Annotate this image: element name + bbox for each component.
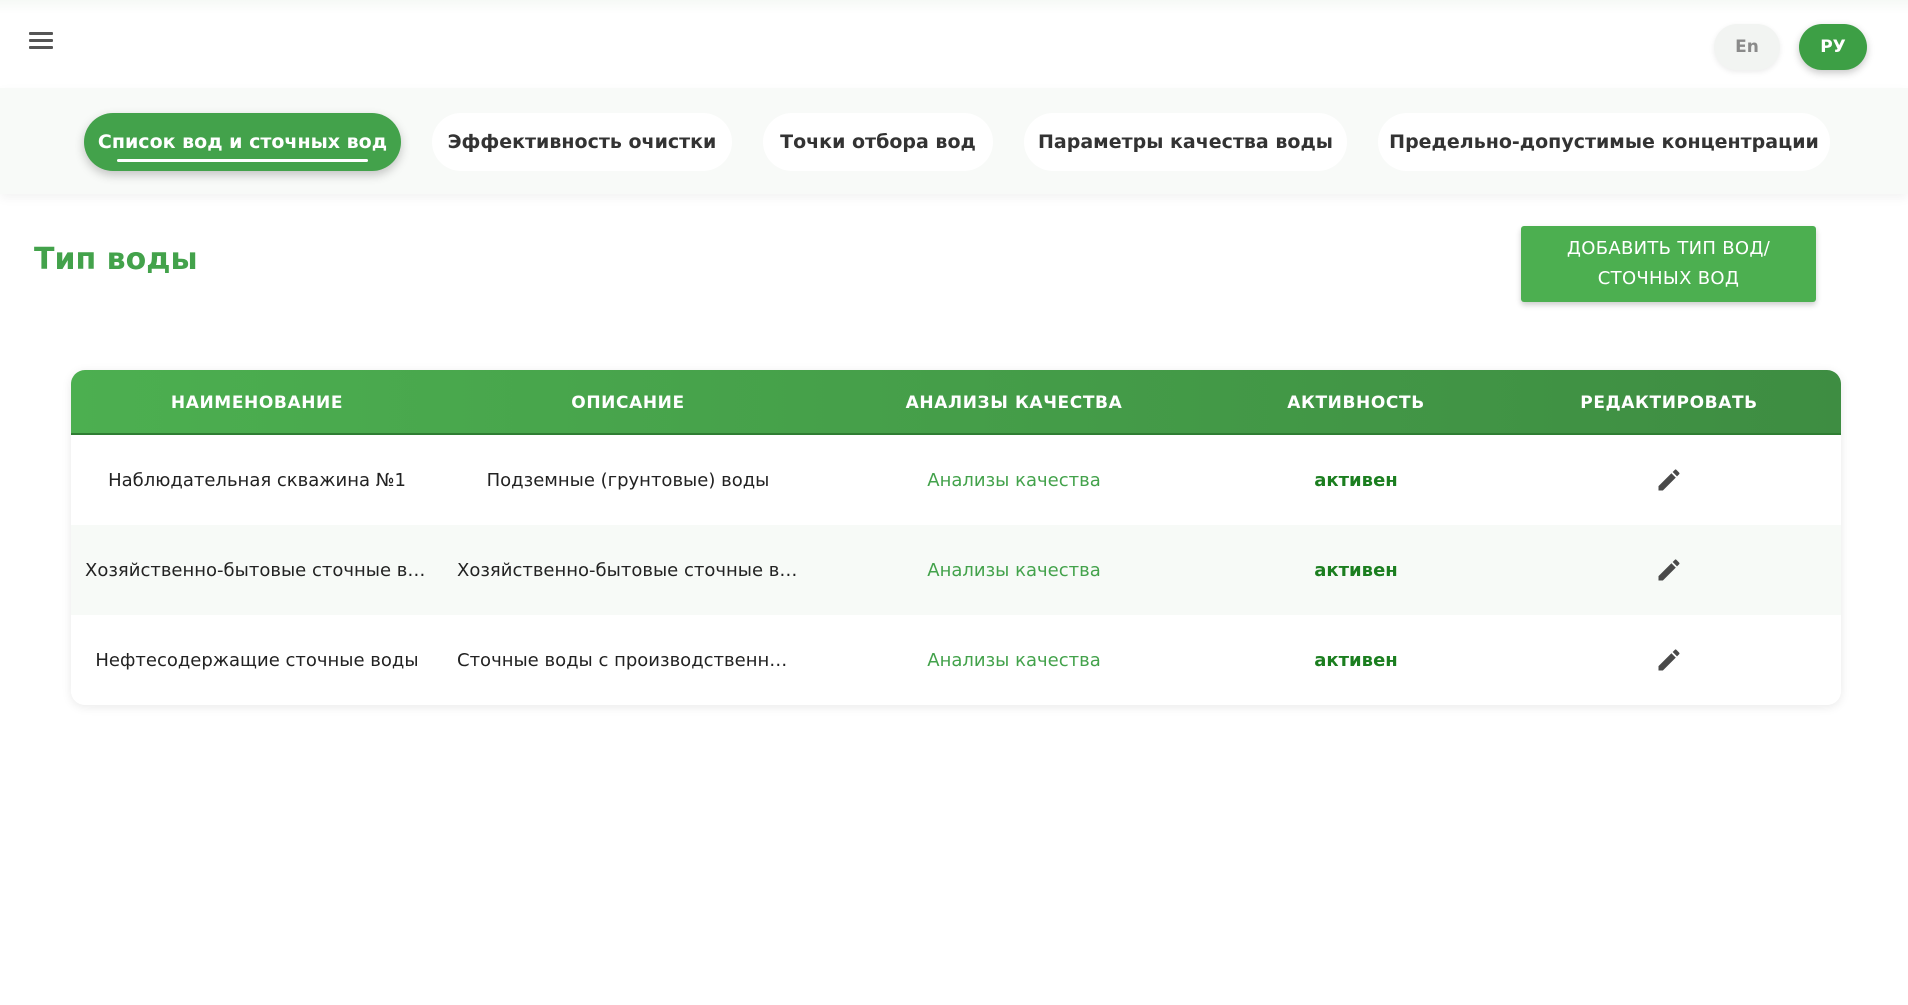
column-header-description: ОПИСАНИЕ xyxy=(571,392,685,413)
tab-treatment-efficiency[interactable]: Эффективность очистки xyxy=(432,113,732,171)
column-header-name: НАИМЕНОВАНИЕ xyxy=(170,392,344,413)
cell-description: Хозяйственно-бытовые сточные во... xyxy=(457,559,799,581)
menu-icon[interactable] xyxy=(26,32,56,56)
cell-name: Нефтесодержащие сточные воды xyxy=(95,649,419,671)
tab-bar: Список вод и сточных вод Эффективность о… xyxy=(0,88,1908,194)
pencil-icon[interactable] xyxy=(1655,556,1683,584)
table-row: Хозяйственно-бытовые сточные во... Хозяй… xyxy=(71,525,1841,615)
tab-water-list[interactable]: Список вод и сточных вод xyxy=(84,113,401,171)
cell-name: Наблюдательная скважина №1 xyxy=(108,469,406,491)
top-bar: En РУ xyxy=(0,0,1908,88)
quality-analyses-link[interactable]: Анализы качества xyxy=(813,615,1215,705)
status-badge: активен xyxy=(1314,649,1398,671)
table-row: Нефтесодержащие сточные воды Сточные вод… xyxy=(71,615,1841,705)
tab-max-permissible-concentrations[interactable]: Предельно-допустимые концентрации xyxy=(1378,113,1830,171)
cell-edit xyxy=(1497,435,1841,525)
column-header-edit: РЕДАКТИРОВАТЬ xyxy=(1580,392,1758,413)
cell-edit xyxy=(1497,615,1841,705)
add-water-type-button[interactable]: ДОБАВИТЬ ТИП ВОД/ СТОЧНЫХ ВОД xyxy=(1521,226,1816,302)
language-ru-button[interactable]: РУ xyxy=(1799,24,1867,70)
page-title: Тип воды xyxy=(34,242,198,277)
pencil-icon[interactable] xyxy=(1655,466,1683,494)
status-badge: активен xyxy=(1314,469,1398,491)
cell-edit xyxy=(1497,525,1841,615)
quality-analyses-link[interactable]: Анализы качества xyxy=(813,525,1215,615)
language-en-button[interactable]: En xyxy=(1714,24,1780,70)
cell-description: Сточные воды с производственны... xyxy=(457,649,799,671)
tab-water-quality-parameters[interactable]: Параметры качества воды xyxy=(1024,113,1347,171)
status-badge: активен xyxy=(1314,559,1398,581)
water-types-table: НАИМЕНОВАНИЕ ОПИСАНИЕ АНАЛИЗЫ КАЧЕСТВА А… xyxy=(71,370,1841,705)
pencil-icon[interactable] xyxy=(1655,646,1683,674)
table-row: Наблюдательная скважина №1 Подземные (гр… xyxy=(71,435,1841,525)
column-header-activity: АКТИВНОСТЬ xyxy=(1287,392,1425,413)
tab-sampling-points[interactable]: Точки отбора вод xyxy=(763,113,993,171)
cell-description: Подземные (грунтовые) воды xyxy=(486,469,770,491)
cell-name: Хозяйственно-бытовые сточные во... xyxy=(85,559,429,581)
table-header: НАИМЕНОВАНИЕ ОПИСАНИЕ АНАЛИЗЫ КАЧЕСТВА А… xyxy=(71,370,1841,435)
quality-analyses-link[interactable]: Анализы качества xyxy=(813,435,1215,525)
column-header-quality-analyses: АНАЛИЗЫ КАЧЕСТВА xyxy=(905,392,1123,413)
